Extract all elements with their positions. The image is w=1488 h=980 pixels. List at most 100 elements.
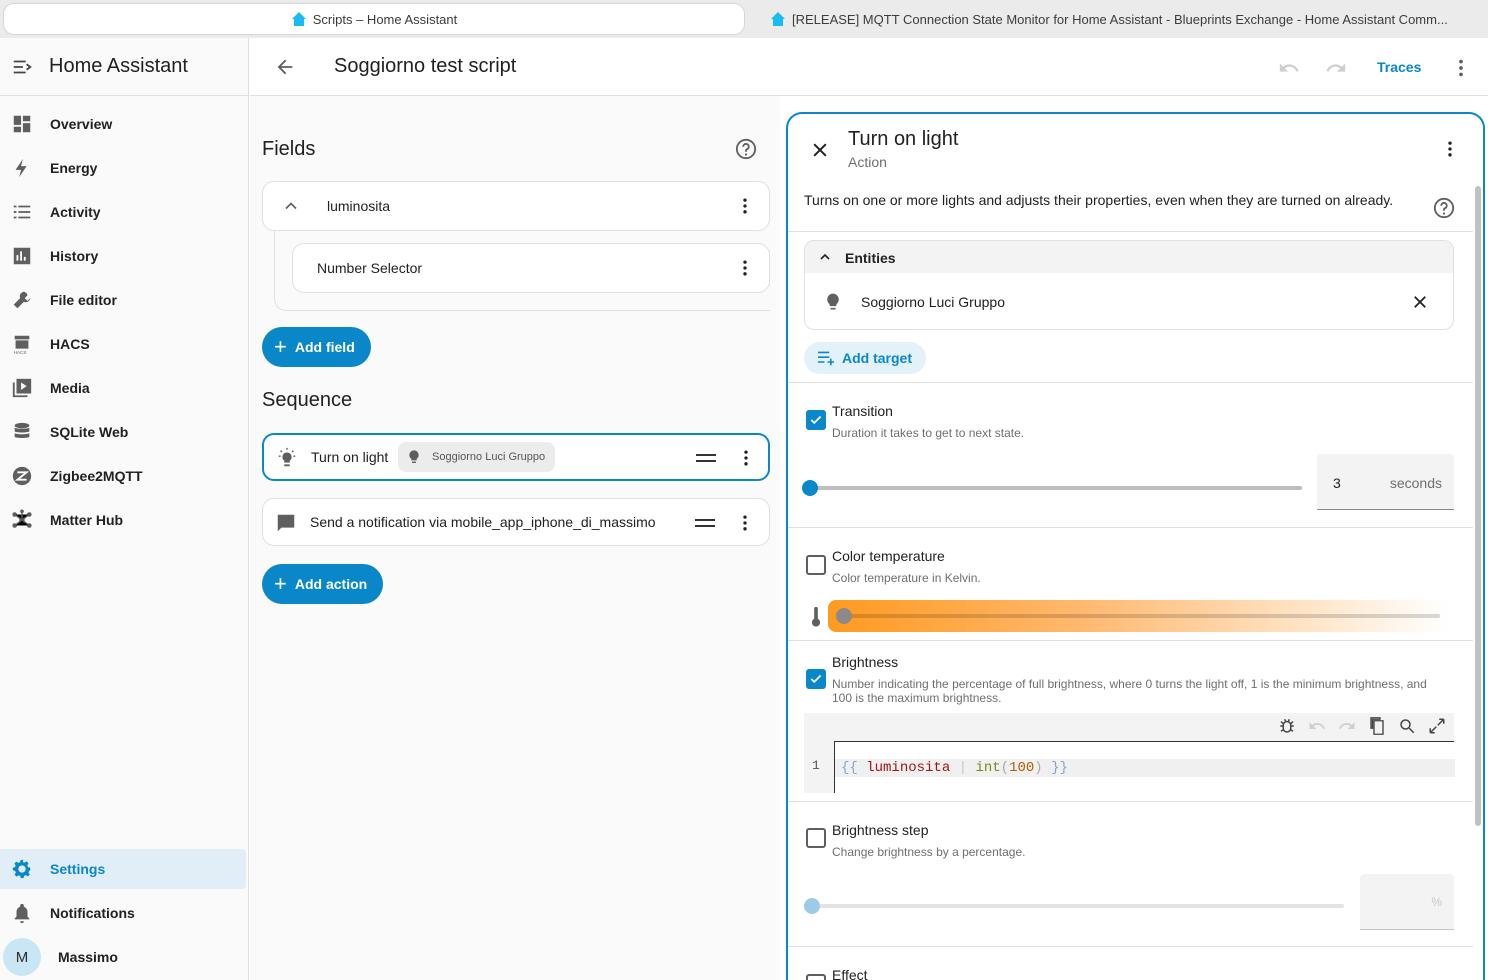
hub-icon — [12, 509, 32, 528]
more-vert-icon[interactable] — [1440, 139, 1460, 159]
script-editor-pane: Fields luminosita Number Selector + Add … — [250, 96, 780, 980]
code-area[interactable]: {{ luminosita | int(100) }} — [834, 741, 1455, 793]
sidebar-item-media[interactable]: Media — [0, 368, 246, 408]
sequence-heading: Sequence — [262, 389, 353, 411]
entity-chip-label: Soggiorno Luci Gruppo — [432, 451, 546, 463]
top-app-bar: Soggiorno test script Traces — [250, 38, 1488, 96]
sidebar-item-history[interactable]: History — [0, 236, 246, 276]
undo-icon[interactable] — [1278, 57, 1300, 79]
divider — [788, 640, 1473, 641]
sidebar-item-sqlite-web[interactable]: SQLite Web — [0, 412, 246, 452]
sidebar-item-file-editor[interactable]: File editor — [0, 280, 246, 320]
panel-scrollbar[interactable] — [1475, 186, 1481, 826]
more-vert-icon[interactable] — [735, 258, 755, 278]
help-icon[interactable] — [1433, 197, 1455, 219]
sidebar-item-zigbee2mqtt[interactable]: Zigbee2MQTT — [0, 456, 246, 496]
copy-icon[interactable] — [1368, 717, 1386, 735]
browser-tab-blueprints[interactable]: [RELEASE] MQTT Connection State Monitor … — [770, 4, 1484, 34]
color-temp-checkbox[interactable] — [806, 555, 826, 575]
entities-header[interactable]: Entities — [805, 241, 1453, 273]
sidebar-item-user[interactable]: M Massimo — [0, 937, 246, 977]
redo-icon[interactable] — [1325, 57, 1347, 79]
add-target-button[interactable]: Add target — [804, 342, 926, 374]
sidebar: Home Assistant Overview Energy Activity … — [0, 38, 249, 980]
divider — [788, 231, 1473, 232]
svg-text:HACS: HACS — [14, 350, 27, 355]
more-vert-icon[interactable] — [1450, 57, 1472, 79]
brightness-label: Brightness — [832, 654, 899, 670]
sidebar-item-energy[interactable]: Energy — [0, 148, 246, 188]
chevron-up-icon[interactable] — [281, 196, 301, 216]
sidebar-item-label: Media — [50, 380, 90, 396]
brightness-step-checkbox[interactable] — [806, 828, 826, 848]
more-vert-icon[interactable] — [736, 448, 756, 468]
more-vert-icon[interactable] — [735, 196, 755, 216]
arrow-left-icon[interactable] — [274, 56, 296, 78]
sidebar-item-activity[interactable]: Activity — [0, 192, 246, 232]
color-temp-help: Color temperature in Kelvin. — [832, 571, 981, 585]
panel-subtitle: Action — [848, 154, 887, 170]
database-icon — [14, 422, 30, 438]
transition-slider-knob[interactable] — [802, 480, 818, 496]
more-vert-icon[interactable] — [735, 513, 755, 533]
menu-icon[interactable] — [11, 56, 33, 78]
bug-icon[interactable] — [1278, 717, 1296, 735]
brightness-step-knob[interactable] — [804, 898, 820, 914]
plus-icon: + — [274, 334, 287, 359]
browser-tab-title: [RELEASE] MQTT Connection State Monitor … — [792, 11, 1448, 27]
field-name: luminosita — [327, 198, 391, 214]
brightness-step-input[interactable]: % — [1360, 874, 1454, 930]
sidebar-item-notifications[interactable]: Notifications — [0, 893, 246, 933]
divider — [788, 382, 1473, 383]
browser-tab-title: Scripts – Home Assistant — [312, 11, 458, 27]
color-temp-slider[interactable] — [828, 600, 1448, 632]
brightness-checkbox[interactable] — [806, 669, 826, 689]
redo-icon[interactable] — [1338, 717, 1356, 735]
lightbulb-icon — [827, 293, 839, 310]
transition-unit: seconds — [1389, 475, 1442, 491]
drag-handle-icon[interactable] — [695, 519, 715, 527]
add-field-button[interactable]: + Add field — [262, 327, 371, 367]
help-icon[interactable] — [735, 138, 757, 160]
transition-input[interactable]: 3 seconds — [1317, 454, 1454, 510]
lightning-icon — [15, 158, 27, 178]
close-icon[interactable] — [810, 140, 830, 160]
sidebar-item-label: SQLite Web — [50, 424, 129, 440]
entity-chip[interactable]: Soggiorno Luci Gruppo — [398, 442, 556, 472]
message-icon — [277, 514, 295, 532]
traces-button[interactable]: Traces — [1377, 59, 1421, 75]
field-card-luminosita[interactable]: luminosita — [262, 181, 770, 231]
undo-icon[interactable] — [1308, 717, 1326, 735]
bell-icon — [14, 903, 30, 924]
close-icon[interactable] — [1411, 293, 1429, 311]
entities-box: Entities Soggiorno Luci Gruppo — [804, 240, 1454, 330]
color-temp-knob[interactable] — [836, 608, 852, 624]
browser-tab-scripts[interactable]: Scripts – Home Assistant — [4, 4, 744, 34]
add-action-button[interactable]: + Add action — [262, 564, 384, 604]
selector-card[interactable]: Number Selector — [292, 243, 770, 293]
drag-handle-icon[interactable] — [696, 454, 716, 462]
find-replace-icon[interactable] — [1398, 717, 1416, 735]
transition-slider[interactable] — [810, 486, 1302, 490]
sidebar-title: Home Assistant — [49, 55, 188, 77]
transition-checkbox[interactable] — [806, 410, 826, 430]
add-target-label: Add target — [842, 350, 912, 366]
line-number: 1 — [812, 758, 820, 773]
brightness-step-slider[interactable] — [810, 904, 1344, 908]
effect-checkbox[interactable] — [806, 974, 826, 980]
media-icon — [12, 378, 32, 398]
thermometer-icon — [811, 606, 821, 627]
sidebar-item-overview[interactable]: Overview — [0, 104, 246, 144]
divider — [788, 801, 1473, 802]
sidebar-item-settings[interactable]: Settings — [0, 849, 246, 889]
divider — [788, 527, 1473, 528]
action-card-notification[interactable]: Send a notification via mobile_app_iphon… — [262, 498, 770, 546]
check-icon — [810, 674, 822, 684]
code-editor[interactable]: {{ luminosita | int(100) }} 1 — [804, 713, 1455, 793]
sidebar-item-matter-hub[interactable]: Matter Hub — [0, 500, 246, 540]
sidebar-item-label: Settings — [50, 861, 106, 877]
action-card-turn-on-light[interactable]: Turn on light Soggiorno Luci Gruppo — [262, 433, 770, 481]
fullscreen-icon[interactable] — [1428, 717, 1446, 735]
sidebar-item-hacs[interactable]: HACS HACS — [0, 324, 246, 364]
panel-title: Turn on light — [848, 128, 959, 150]
